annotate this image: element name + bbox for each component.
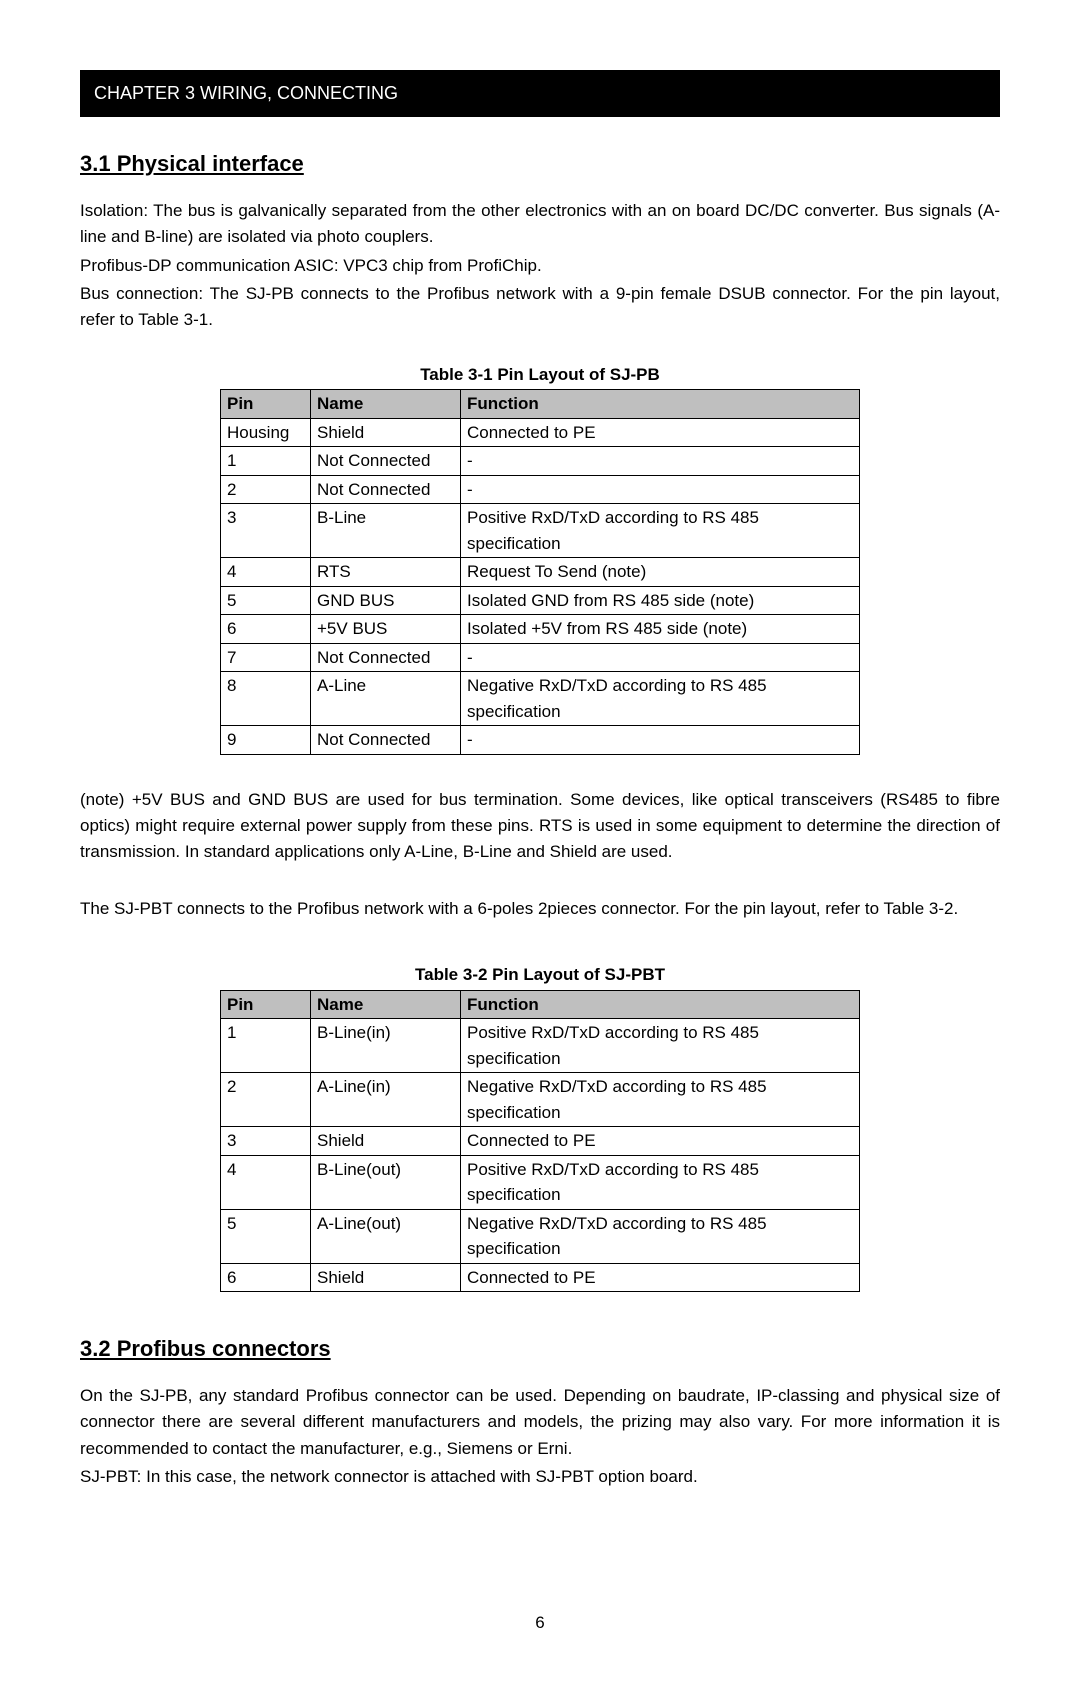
cell-pin: 1	[221, 447, 311, 476]
cell-function: Negative RxD/TxD according to RS 485 spe…	[461, 672, 860, 726]
cell-name: Shield	[311, 1127, 461, 1156]
cell-pin: 7	[221, 643, 311, 672]
asic-paragraph: Profibus-DP communication ASIC: VPC3 chi…	[80, 253, 1000, 279]
cell-function: Positive RxD/TxD according to RS 485 spe…	[461, 1019, 860, 1073]
table-3-1: Pin Name Function HousingShieldConnected…	[220, 389, 860, 755]
table-row: 3ShieldConnected to PE	[221, 1127, 860, 1156]
isolation-paragraph: Isolation: The bus is galvanically separ…	[80, 198, 1000, 251]
cell-function: -	[461, 447, 860, 476]
cell-pin: 2	[221, 475, 311, 504]
chapter-header: CHAPTER 3 WIRING, CONNECTING	[80, 70, 1000, 117]
cell-pin: 2	[221, 1073, 311, 1127]
cell-name: B-Line(out)	[311, 1155, 461, 1209]
th-function: Function	[461, 990, 860, 1019]
table-row: 6+5V BUSIsolated +5V from RS 485 side (n…	[221, 615, 860, 644]
cell-name: B-Line	[311, 504, 461, 558]
cell-pin: 3	[221, 504, 311, 558]
cell-pin: 5	[221, 586, 311, 615]
cell-name: Shield	[311, 1263, 461, 1292]
sj-pbt-intro: The SJ-PBT connects to the Profibus netw…	[80, 896, 1000, 922]
table-row: 8A-LineNegative RxD/TxD according to RS …	[221, 672, 860, 726]
table-row: 2Not Connected-	[221, 475, 860, 504]
cell-function: Request To Send (note)	[461, 558, 860, 587]
section-3-1-text: Isolation: The bus is galvanically separ…	[80, 198, 1000, 334]
cell-name: A-Line	[311, 672, 461, 726]
section-3-1-heading: 3.1 Physical interface	[80, 147, 1000, 180]
table-3-2: Pin Name Function 1B-Line(in)Positive Rx…	[220, 990, 860, 1293]
cell-pin: 6	[221, 1263, 311, 1292]
th-name: Name	[311, 390, 461, 419]
cell-function: Connected to PE	[461, 1127, 860, 1156]
table-row: HousingShieldConnected to PE	[221, 418, 860, 447]
cell-name: Not Connected	[311, 726, 461, 755]
table-row: 3B-LinePositive RxD/TxD according to RS …	[221, 504, 860, 558]
table-row: 1Not Connected-	[221, 447, 860, 476]
cell-pin: 4	[221, 1155, 311, 1209]
cell-name: Not Connected	[311, 475, 461, 504]
cell-function: Connected to PE	[461, 1263, 860, 1292]
cell-name: +5V BUS	[311, 615, 461, 644]
cell-pin: 1	[221, 1019, 311, 1073]
table-row: 5A-Line(out)Negative RxD/TxD according t…	[221, 1209, 860, 1263]
note-block: (note) +5V BUS and GND BUS are used for …	[80, 787, 1000, 866]
table-header-row: Pin Name Function	[221, 990, 860, 1019]
cell-pin: 6	[221, 615, 311, 644]
table-header-row: Pin Name Function	[221, 390, 860, 419]
cell-function: Isolated GND from RS 485 side (note)	[461, 586, 860, 615]
table-row: 5GND BUSIsolated GND from RS 485 side (n…	[221, 586, 860, 615]
cell-name: B-Line(in)	[311, 1019, 461, 1073]
cell-pin: Housing	[221, 418, 311, 447]
table-row: 7Not Connected-	[221, 643, 860, 672]
cell-function: -	[461, 643, 860, 672]
table-3-1-caption: Table 3-1 Pin Layout of SJ-PB	[80, 362, 1000, 388]
cell-function: Negative RxD/TxD according to RS 485 spe…	[461, 1073, 860, 1127]
section-3-2-heading: 3.2 Profibus connectors	[80, 1332, 1000, 1365]
section-3-2-text: On the SJ-PB, any standard Profibus conn…	[80, 1383, 1000, 1490]
cell-pin: 8	[221, 672, 311, 726]
cell-name: GND BUS	[311, 586, 461, 615]
cell-name: Not Connected	[311, 447, 461, 476]
table-row: 9Not Connected-	[221, 726, 860, 755]
cell-function: Negative RxD/TxD according to RS 485 spe…	[461, 1209, 860, 1263]
cell-function: Isolated +5V from RS 485 side (note)	[461, 615, 860, 644]
table-row: 6ShieldConnected to PE	[221, 1263, 860, 1292]
page-number: 6	[80, 1610, 1000, 1636]
cell-name: Not Connected	[311, 643, 461, 672]
table-row: 4B-Line(out)Positive RxD/TxD according t…	[221, 1155, 860, 1209]
connectors-paragraph-1: On the SJ-PB, any standard Profibus conn…	[80, 1383, 1000, 1462]
th-pin: Pin	[221, 990, 311, 1019]
cell-function: Positive RxD/TxD according to RS 485 spe…	[461, 1155, 860, 1209]
cell-function: -	[461, 475, 860, 504]
cell-name: A-Line(out)	[311, 1209, 461, 1263]
table-row: 1B-Line(in)Positive RxD/TxD according to…	[221, 1019, 860, 1073]
cell-function: -	[461, 726, 860, 755]
cell-function: Positive RxD/TxD according to RS 485 spe…	[461, 504, 860, 558]
cell-name: RTS	[311, 558, 461, 587]
table-row: 4RTSRequest To Send (note)	[221, 558, 860, 587]
connectors-paragraph-2: SJ-PBT: In this case, the network connec…	[80, 1464, 1000, 1490]
cell-pin: 4	[221, 558, 311, 587]
bus-connection-paragraph: Bus connection: The SJ-PB connects to th…	[80, 281, 1000, 334]
cell-name: A-Line(in)	[311, 1073, 461, 1127]
cell-pin: 5	[221, 1209, 311, 1263]
cell-pin: 3	[221, 1127, 311, 1156]
note-paragraph: (note) +5V BUS and GND BUS are used for …	[80, 787, 1000, 866]
table-3-2-caption: Table 3-2 Pin Layout of SJ-PBT	[80, 962, 1000, 988]
table-row: 2A-Line(in)Negative RxD/TxD according to…	[221, 1073, 860, 1127]
th-function: Function	[461, 390, 860, 419]
th-name: Name	[311, 990, 461, 1019]
cell-function: Connected to PE	[461, 418, 860, 447]
cell-name: Shield	[311, 418, 461, 447]
cell-pin: 9	[221, 726, 311, 755]
th-pin: Pin	[221, 390, 311, 419]
sj-pbt-paragraph: The SJ-PBT connects to the Profibus netw…	[80, 896, 1000, 922]
